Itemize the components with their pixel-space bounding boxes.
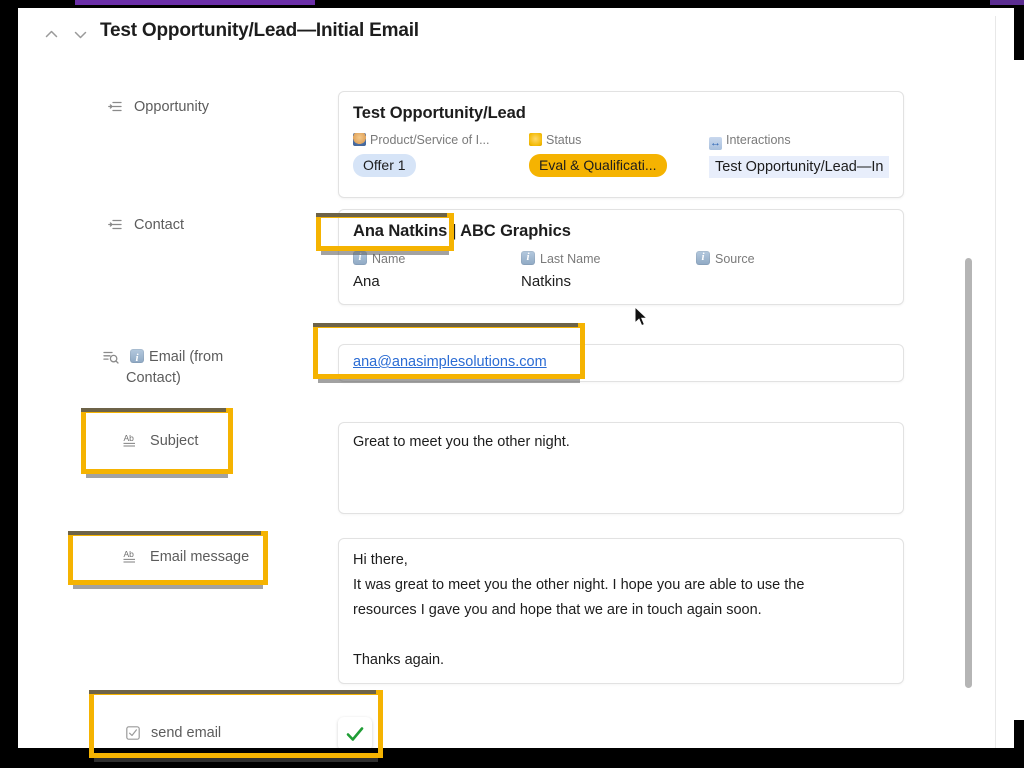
field-label-text: Email message [150,549,249,565]
green-check-icon [344,723,366,745]
long-text-icon: Ab [123,549,139,564]
linked-record-title: Ana Natkins | ABC Graphics [339,210,903,241]
lookup-icon [103,349,119,364]
linked-record-title: Test Opportunity/Lead [339,92,903,123]
checkbox-icon [126,726,140,740]
subject-value: Great to meet you the other night. [353,434,570,450]
linked-record-card-opportunity[interactable]: Test Opportunity/Lead Product/Service of… [338,91,904,198]
long-text-icon: Ab [123,433,139,448]
svg-text:Ab: Ab [124,433,135,443]
subfield-product-service: Product/Service of I... Offer 1 [353,133,529,183]
screen: Test Opportunity/Lead—Initial Email Oppo… [0,0,1024,768]
subfield-label: Product/Service of I... [353,133,529,148]
subfield-label: Name [353,251,521,267]
top-purple-sliver [75,0,315,5]
email-message-value-box[interactable]: Hi there, It was great to meet you the o… [338,538,904,684]
field-label-text: Subject [150,433,198,449]
info-badge-icon [696,251,710,265]
subfield-status: Status Eval & Qualificati... [529,133,709,183]
subfield-label: Last Name [521,251,696,267]
subfield-source: Source [696,251,846,290]
field-label-send-email: send email [126,725,221,741]
field-label-contact: Contact [108,215,308,236]
field-label-subject: Ab Subject [123,431,323,452]
email-message-line: resources I gave you and hope that we ar… [353,598,889,623]
linked-record-card-contact[interactable]: Ana Natkins | ABC Graphics Name Ana Last… [338,209,904,305]
field-label-text: Contact [134,217,184,233]
info-badge-icon [521,251,535,265]
vertical-scrollbar-thumb[interactable] [965,258,972,688]
field-row-send-email[interactable]: send email [108,707,914,748]
page-title: Test Opportunity/Lead—Initial Email [100,20,419,42]
email-message-line: It was great to meet you the other night… [353,573,889,598]
chevron-down-icon[interactable] [72,26,89,43]
subfield-value: Ana [353,273,521,290]
subfield-label: Source [696,251,846,267]
link-to-record-icon [108,99,123,114]
record-window: Test Opportunity/Lead—Initial Email Oppo… [18,8,1014,748]
record-header: Test Opportunity/Lead—Initial Email [18,8,1014,64]
svg-text:Ab: Ab [124,549,135,559]
subfield-chip-value: Offer 1 [353,154,416,177]
email-message-line: Thanks again. [353,648,889,673]
info-badge-icon [130,349,144,363]
subfield-label: ↔Interactions [709,133,924,150]
field-label-text: send email [151,725,221,741]
subfield-name: Name Ana [353,251,521,290]
email-link[interactable]: ana@anasimplesolutions.com [353,354,547,370]
right-panel-edge [995,16,1004,748]
record-nav[interactable] [43,26,89,43]
subfield-label: Status [529,133,709,148]
email-message-blank-line [353,623,889,648]
subfield-chip-value: Eval & Qualificati... [529,154,667,177]
link-to-record-icon [108,217,123,232]
linked-record-subfields: Product/Service of I... Offer 1 Status E… [339,123,903,197]
person-emoji-icon [353,133,366,146]
right-side-strip [1014,60,1024,720]
field-label-text: Email (from [149,349,223,365]
smiley-emoji-icon [529,133,542,146]
chevron-up-icon[interactable] [43,26,60,43]
left-right-arrows-emoji-icon: ↔ [709,137,722,150]
subject-value-box[interactable]: Great to meet you the other night. [338,422,904,514]
subfield-box-value: Test Opportunity/Lead—In [709,156,889,178]
field-label-text-line2: Contact) [126,368,308,389]
email-value-box[interactable]: ana@anasimplesolutions.com [338,344,904,382]
field-label-opportunity: Opportunity [108,97,308,118]
top-purple-sliver-right [990,0,1024,5]
field-label-text: Opportunity [134,99,209,115]
email-message-line: Hi there, [353,548,889,573]
subfield-value: Natkins [521,273,696,290]
info-badge-icon [353,251,367,265]
send-email-checkbox[interactable] [338,717,372,748]
linked-record-subfields: Name Ana Last Name Natkins S [339,241,903,304]
field-label-email-message: Ab Email message [123,547,338,568]
field-label-email-from-contact: Email (from Contact) [103,347,308,389]
subfield-interactions: ↔Interactions Test Opportunity/Lead—In [709,133,924,183]
record-fields-scroll[interactable]: Opportunity Test Opportunity/Lead Produc… [18,63,1014,748]
subfield-last-name: Last Name Natkins [521,251,696,290]
